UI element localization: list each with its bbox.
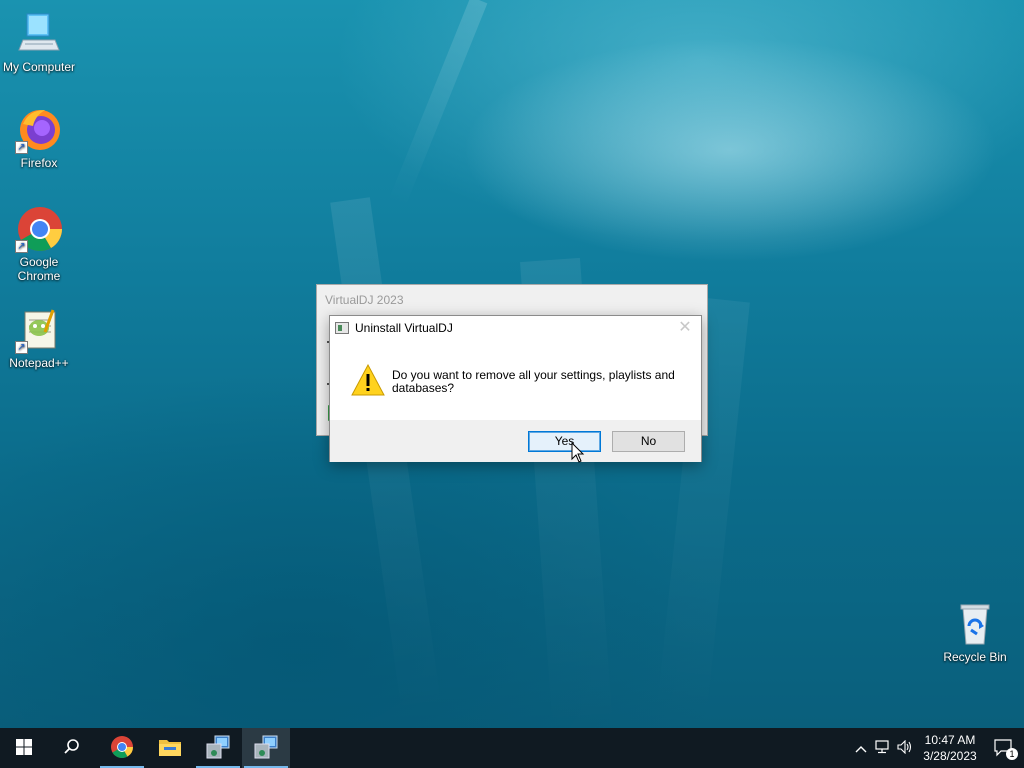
app-icon bbox=[335, 322, 349, 334]
recycle-bin-icon bbox=[951, 600, 999, 648]
no-button[interactable]: No bbox=[612, 431, 685, 452]
chrome-icon: ↗ bbox=[15, 205, 63, 253]
start-button[interactable] bbox=[0, 728, 48, 768]
desktop-icon-label: Google Chrome bbox=[17, 255, 61, 283]
chevron-up-icon[interactable] bbox=[850, 741, 872, 756]
desktop-icon-label: Notepad++ bbox=[9, 356, 69, 370]
notepadpp-icon: ↗ bbox=[15, 306, 63, 354]
taskbar-chrome-button[interactable] bbox=[98, 728, 146, 768]
background-window-title: VirtualDJ 2023 bbox=[325, 293, 404, 307]
clock-time: 10:47 AM bbox=[924, 733, 976, 747]
desktop-icon-google-chrome[interactable]: ↗ Google Chrome bbox=[0, 205, 78, 283]
desktop-icon-my-computer[interactable]: My Computer bbox=[0, 10, 78, 74]
desktop-icon-firefox[interactable]: ↗ Firefox bbox=[0, 106, 78, 170]
search-icon bbox=[63, 738, 81, 759]
dialog-title: Uninstall VirtualDJ bbox=[355, 321, 453, 335]
clock-date: 3/28/2023 bbox=[923, 749, 977, 763]
taskbar-installer-active-button[interactable] bbox=[242, 728, 290, 768]
desktop-icon-label: Recycle Bin bbox=[943, 650, 1007, 664]
uninstall-dialog[interactable]: Uninstall VirtualDJ ✕ Do you want to rem… bbox=[329, 315, 702, 462]
taskbar: 10:47 AM 3/28/2023 1 bbox=[0, 728, 1024, 768]
taskbar-file-explorer-button[interactable] bbox=[146, 728, 194, 768]
installer-icon bbox=[253, 734, 279, 763]
mouse-pointer-icon bbox=[571, 441, 585, 464]
light-ray bbox=[388, 0, 488, 208]
shortcut-arrow-icon: ↗ bbox=[15, 240, 28, 253]
taskbar-installer-button[interactable] bbox=[194, 728, 242, 768]
search-button[interactable] bbox=[48, 728, 96, 768]
warning-icon bbox=[351, 363, 385, 396]
dialog-titlebar[interactable]: Uninstall VirtualDJ ✕ bbox=[330, 316, 701, 340]
desktop-icon-notepadpp[interactable]: ↗ Notepad++ bbox=[0, 306, 78, 370]
taskbar-clock[interactable]: 10:47 AM 3/28/2023 bbox=[916, 732, 984, 764]
chrome-icon bbox=[110, 735, 134, 762]
yes-button[interactable]: Yes bbox=[528, 431, 601, 452]
close-icon[interactable]: ✕ bbox=[675, 318, 695, 338]
desktop-background: My Computer ↗ Firefox ↗ Google Chrome ↗ … bbox=[0, 0, 1024, 728]
network-icon[interactable] bbox=[872, 739, 894, 757]
firefox-icon: ↗ bbox=[15, 106, 63, 154]
volume-icon[interactable] bbox=[894, 739, 916, 757]
desktop-icon-label: Firefox bbox=[20, 156, 58, 170]
dialog-button-bar: Yes No bbox=[330, 420, 701, 462]
action-center-button[interactable]: 1 bbox=[984, 728, 1024, 768]
installer-icon bbox=[205, 734, 231, 763]
shortcut-arrow-icon: ↗ bbox=[15, 341, 28, 354]
dialog-message: Do you want to remove all your settings,… bbox=[392, 368, 675, 395]
notification-count-badge: 1 bbox=[1006, 748, 1018, 760]
shortcut-arrow-icon: ↗ bbox=[15, 141, 28, 154]
system-tray: 10:47 AM 3/28/2023 1 bbox=[850, 728, 1024, 768]
desktop-icon-label: My Computer bbox=[2, 60, 76, 74]
folder-icon bbox=[158, 737, 182, 760]
windows-start-icon bbox=[16, 738, 32, 758]
computer-icon bbox=[15, 10, 63, 58]
dialog-content: Do you want to remove all your settings,… bbox=[330, 340, 701, 420]
desktop-icon-recycle-bin[interactable]: Recycle Bin bbox=[936, 600, 1014, 664]
